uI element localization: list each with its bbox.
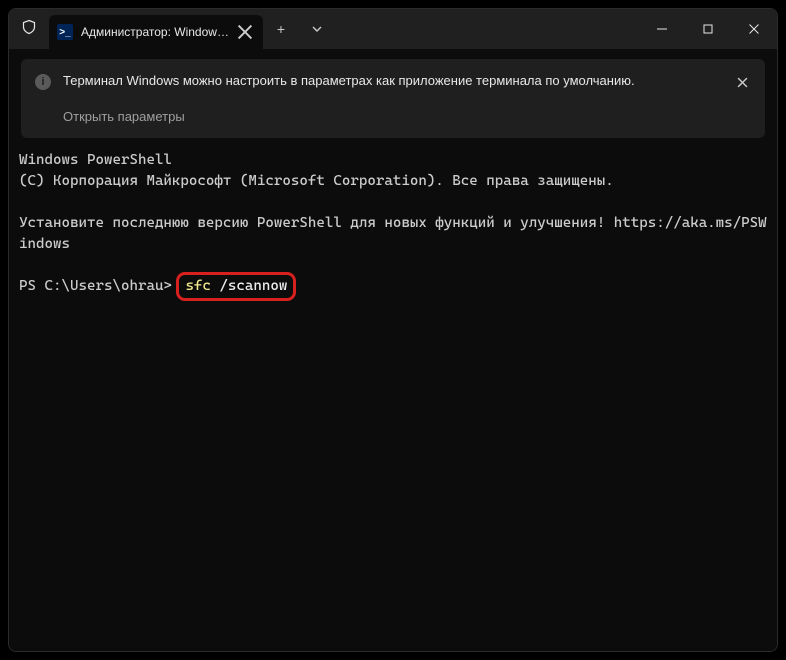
info-close-button[interactable] (733, 73, 751, 91)
info-message: Терминал Windows можно настроить в парам… (63, 73, 721, 90)
tab-title: Администратор: Windows Pc (81, 25, 229, 39)
shield-icon (21, 19, 37, 40)
command-args: /scannow (211, 278, 287, 294)
terminal-line: (C) Корпорация Майкрософт (Microsoft Cor… (19, 173, 614, 189)
highlighted-command: sfc /scannow (176, 272, 296, 301)
info-bar: i Терминал Windows можно настроить в пар… (21, 59, 765, 138)
terminal-line: Windows PowerShell (19, 152, 172, 168)
open-settings-link[interactable]: Открыть параметры (63, 109, 185, 124)
terminal-window: >_ Администратор: Windows Pc + i Терм (8, 8, 778, 652)
powershell-icon: >_ (57, 24, 73, 40)
terminal-line: Установите последнюю версию PowerShell д… (19, 215, 767, 252)
titlebar-spacer (335, 9, 639, 49)
tab-powershell[interactable]: >_ Администратор: Windows Pc (49, 15, 263, 49)
tab-dropdown-button[interactable] (299, 9, 335, 49)
terminal-prompt: PS C:\Users\ohrau> (19, 278, 180, 294)
info-icon: i (35, 74, 51, 90)
minimize-button[interactable] (639, 9, 685, 49)
tab-close-button[interactable] (237, 24, 253, 40)
close-window-button[interactable] (731, 9, 777, 49)
maximize-button[interactable] (685, 9, 731, 49)
admin-shield-area (9, 9, 49, 49)
command-name: sfc (185, 278, 211, 294)
terminal-output[interactable]: Windows PowerShell (C) Корпорация Майкро… (9, 144, 777, 651)
window-controls (639, 9, 777, 49)
titlebar: >_ Администратор: Windows Pc + (9, 9, 777, 49)
new-tab-button[interactable]: + (263, 9, 299, 49)
